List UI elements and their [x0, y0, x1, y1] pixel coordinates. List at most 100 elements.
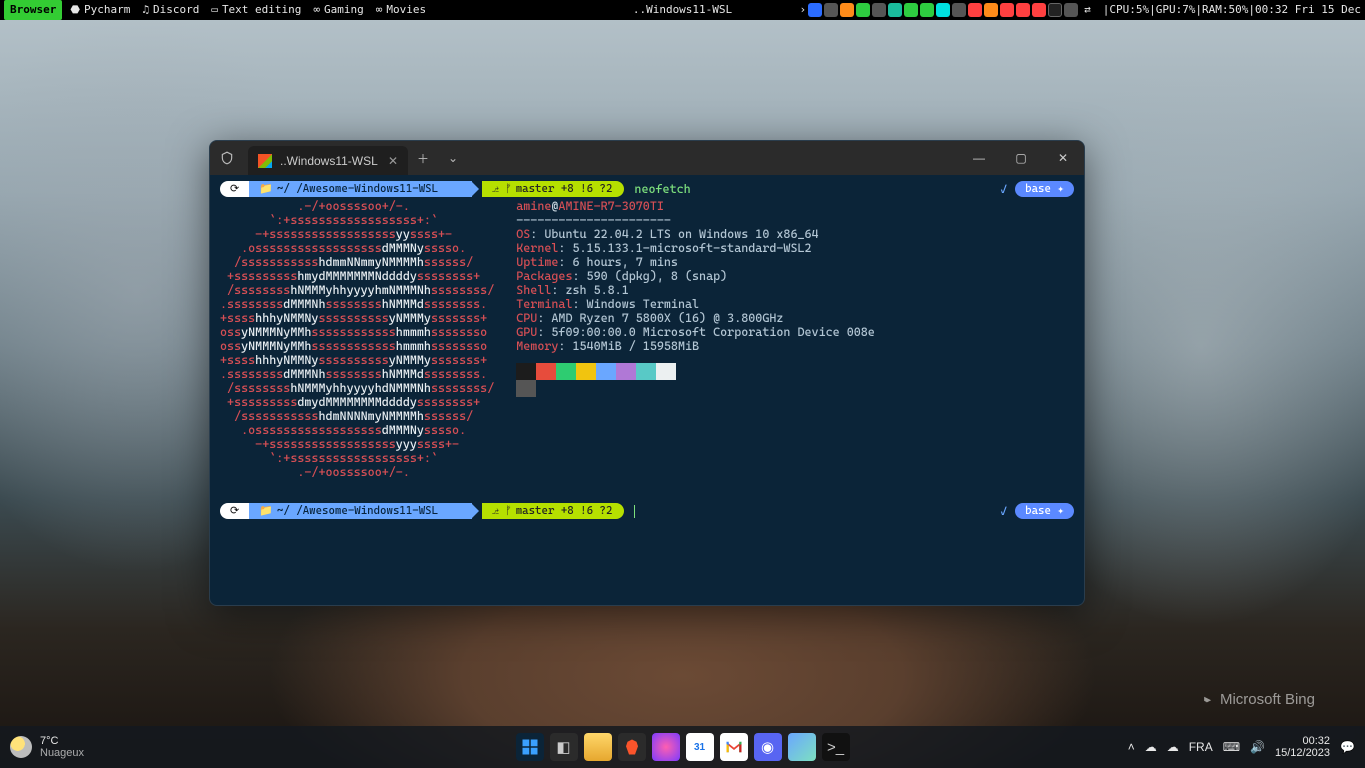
taskbar-center-apps: ◧ 31 ◉ >_ — [516, 733, 850, 761]
notification-icon[interactable]: 💬 — [1340, 740, 1355, 754]
discord-button[interactable]: ◉ — [754, 733, 782, 761]
tray-toggle-icon[interactable]: ⇄ — [1084, 0, 1091, 20]
prompt-path-arrow — [448, 503, 472, 519]
shell-prompt: ⟳ 📁 ~/ /Awesome-Windows11-WSL ⎇ ᚠ master… — [220, 181, 1074, 197]
tray-icon[interactable] — [1064, 3, 1078, 17]
neofetch-terminal: Terminal: Windows Terminal — [516, 297, 875, 311]
neofetch-cpu: CPU: AMD Ryzen 7 5800X (16) @ 3.800GHz — [516, 311, 875, 325]
prompt-git-segment: ⎇ ᚠ master +8 !6 ?2 — [482, 503, 624, 519]
system-tray[interactable] — [808, 3, 1078, 17]
tray-icon[interactable] — [888, 3, 902, 17]
neofetch-memory: Memory: 1540MiB / 15958MiB — [516, 339, 875, 353]
weather-icon — [10, 736, 32, 758]
system-stats: |CPU:5%|GPU:7%|RAM:50%|00:32 Fri 15 Dec — [1103, 0, 1361, 20]
tray-icon[interactable] — [1016, 3, 1030, 17]
neofetch-gpu: GPU: 5f09:00:00.0 Microsoft Corporation … — [516, 325, 875, 339]
onedrive-icon[interactable]: ☁ — [1167, 740, 1179, 754]
prompt-os-segment: ⟳ — [220, 181, 249, 197]
status-check-icon: ✓ — [1000, 182, 1007, 196]
neofetch-info: amine@AMINE-R7-3070TI ------------------… — [516, 199, 875, 479]
weather-temp: 7°C — [40, 735, 84, 747]
terminal-titlebar[interactable]: ..Windows11-WSL ✕ ＋ ⌄ — ▢ ✕ — [210, 141, 1084, 175]
tray-icon[interactable] — [1048, 3, 1062, 17]
tray-icon[interactable] — [984, 3, 998, 17]
workspace-movies[interactable]: ∞ Movies — [370, 0, 432, 20]
tray-icon[interactable] — [840, 3, 854, 17]
topbar-title: ..Windows11-WSL — [633, 0, 732, 20]
minimize-button[interactable]: — — [958, 141, 1000, 175]
conda-env-badge: base ✦ — [1015, 503, 1074, 519]
shield-icon — [210, 141, 244, 175]
tray-icon[interactable] — [808, 3, 822, 17]
close-button[interactable]: ✕ — [1042, 141, 1084, 175]
workspace-discord[interactable]: ♫ Discord — [136, 0, 205, 20]
tray-icon[interactable] — [824, 3, 838, 17]
windows-taskbar[interactable]: 7°C Nuageux ◧ 31 ◉ >_ ˄ ☁ ☁ FRA ⌨ 🔊 00:3… — [0, 726, 1365, 768]
neofetch-os: OS: Ubuntu 22.04.2 LTS on Windows 10 x86… — [516, 227, 875, 241]
neofetch-hr: ---------------------- — [516, 213, 875, 227]
tab-close-icon[interactable]: ✕ — [388, 154, 398, 168]
tab-dropdown-button[interactable]: ⌄ — [438, 141, 468, 175]
neofetch-uptime: Uptime: 6 hours, 7 mins — [516, 255, 875, 269]
terminal-cursor — [634, 505, 635, 518]
terminal-button[interactable]: >_ — [822, 733, 850, 761]
brave-browser-button[interactable] — [618, 733, 646, 761]
neofetch-color-swatches — [516, 363, 875, 380]
weather-desc: Nuageux — [40, 747, 84, 759]
neofetch-color-swatches-bright — [516, 380, 875, 397]
terminal-tab[interactable]: ..Windows11-WSL ✕ — [248, 146, 408, 175]
volume-icon[interactable]: 🔊 — [1250, 740, 1265, 754]
workspace-text-editing[interactable]: ▭ Text editing — [205, 0, 307, 20]
tab-title: ..Windows11-WSL — [280, 154, 378, 168]
calendar-button[interactable]: 31 — [686, 733, 714, 761]
neofetch-kernel: Kernel: 5.15.133.1-microsoft-standard-WS… — [516, 241, 875, 255]
taskbar-clock[interactable]: 00:32 15/12/2023 — [1275, 735, 1330, 759]
prompt-git-segment: ⎇ ᚠ master +8 !6 ?2 — [482, 181, 624, 197]
start-button[interactable] — [516, 733, 544, 761]
tray-icon[interactable] — [856, 3, 870, 17]
tray-icon[interactable] — [1032, 3, 1046, 17]
network-icon[interactable]: ⌨ — [1223, 740, 1240, 754]
top-status-bar: Browser ⬣ Pycharm ♫ Discord ▭ Text editi… — [0, 0, 1365, 20]
neofetch-shell: Shell: zsh 5.8.1 — [516, 283, 875, 297]
neofetch-packages: Packages: 590 (dpkg), 8 (snap) — [516, 269, 875, 283]
prompt-path-arrow — [448, 181, 472, 197]
onedrive-icon[interactable]: ☁ — [1145, 740, 1157, 754]
ubuntu-icon — [258, 154, 272, 168]
pictures-button[interactable] — [788, 733, 816, 761]
taskbar-weather[interactable]: 7°C Nuageux — [0, 735, 84, 759]
shell-prompt: ⟳ 📁 ~/ /Awesome-Windows11-WSL ⎇ ᚠ master… — [220, 503, 1074, 519]
language-indicator[interactable]: FRA — [1189, 740, 1213, 754]
workspace-gaming[interactable]: ∞ Gaming — [307, 0, 369, 20]
gmail-button[interactable] — [720, 733, 748, 761]
tray-icon[interactable] — [904, 3, 918, 17]
windows-terminal-window[interactable]: ..Windows11-WSL ✕ ＋ ⌄ — ▢ ✕ ⟳ 📁 ~/ /Awes… — [209, 140, 1085, 606]
bing-watermark: Microsoft Bing — [1200, 691, 1315, 708]
conda-env-badge: base ✦ — [1015, 181, 1074, 197]
terminal-body[interactable]: ⟳ 📁 ~/ /Awesome-Windows11-WSL ⎇ ᚠ master… — [210, 175, 1084, 605]
new-tab-button[interactable]: ＋ — [408, 141, 438, 175]
messenger-button[interactable] — [652, 733, 680, 761]
tray-icon[interactable] — [872, 3, 886, 17]
tray-icon[interactable] — [952, 3, 966, 17]
command-text: neofetch — [634, 182, 690, 196]
tray-icon[interactable] — [936, 3, 950, 17]
workspace-pycharm[interactable]: ⬣ Pycharm — [64, 0, 136, 20]
tray-icon[interactable] — [968, 3, 982, 17]
prompt-os-segment: ⟳ — [220, 503, 249, 519]
prompt-path-segment: 📁 ~/ /Awesome-Windows11-WSL — [249, 181, 448, 197]
neofetch-ascii-logo: .-/+oossssoo+/-. `:+ssssssssssssssssss+:… — [220, 199, 494, 479]
status-check-icon: ✓ — [1000, 504, 1007, 518]
taskview-button[interactable]: ◧ — [550, 733, 578, 761]
maximize-button[interactable]: ▢ — [1000, 141, 1042, 175]
neofetch-user-host: amine@AMINE-R7-3070TI — [516, 199, 875, 213]
chevron-up-icon[interactable]: ˄ — [1128, 740, 1135, 754]
tray-icon[interactable] — [920, 3, 934, 17]
tray-expand-icon[interactable]: › — [799, 0, 806, 20]
taskbar-right: ˄ ☁ ☁ FRA ⌨ 🔊 00:32 15/12/2023 💬 — [1128, 735, 1365, 759]
neofetch-output: .-/+oossssoo+/-. `:+ssssssssssssssssss+:… — [220, 199, 1074, 479]
file-explorer-button[interactable] — [584, 733, 612, 761]
tray-icon[interactable] — [1000, 3, 1014, 17]
workspace-browser[interactable]: Browser — [4, 0, 62, 20]
prompt-path-segment: 📁 ~/ /Awesome-Windows11-WSL — [249, 503, 448, 519]
